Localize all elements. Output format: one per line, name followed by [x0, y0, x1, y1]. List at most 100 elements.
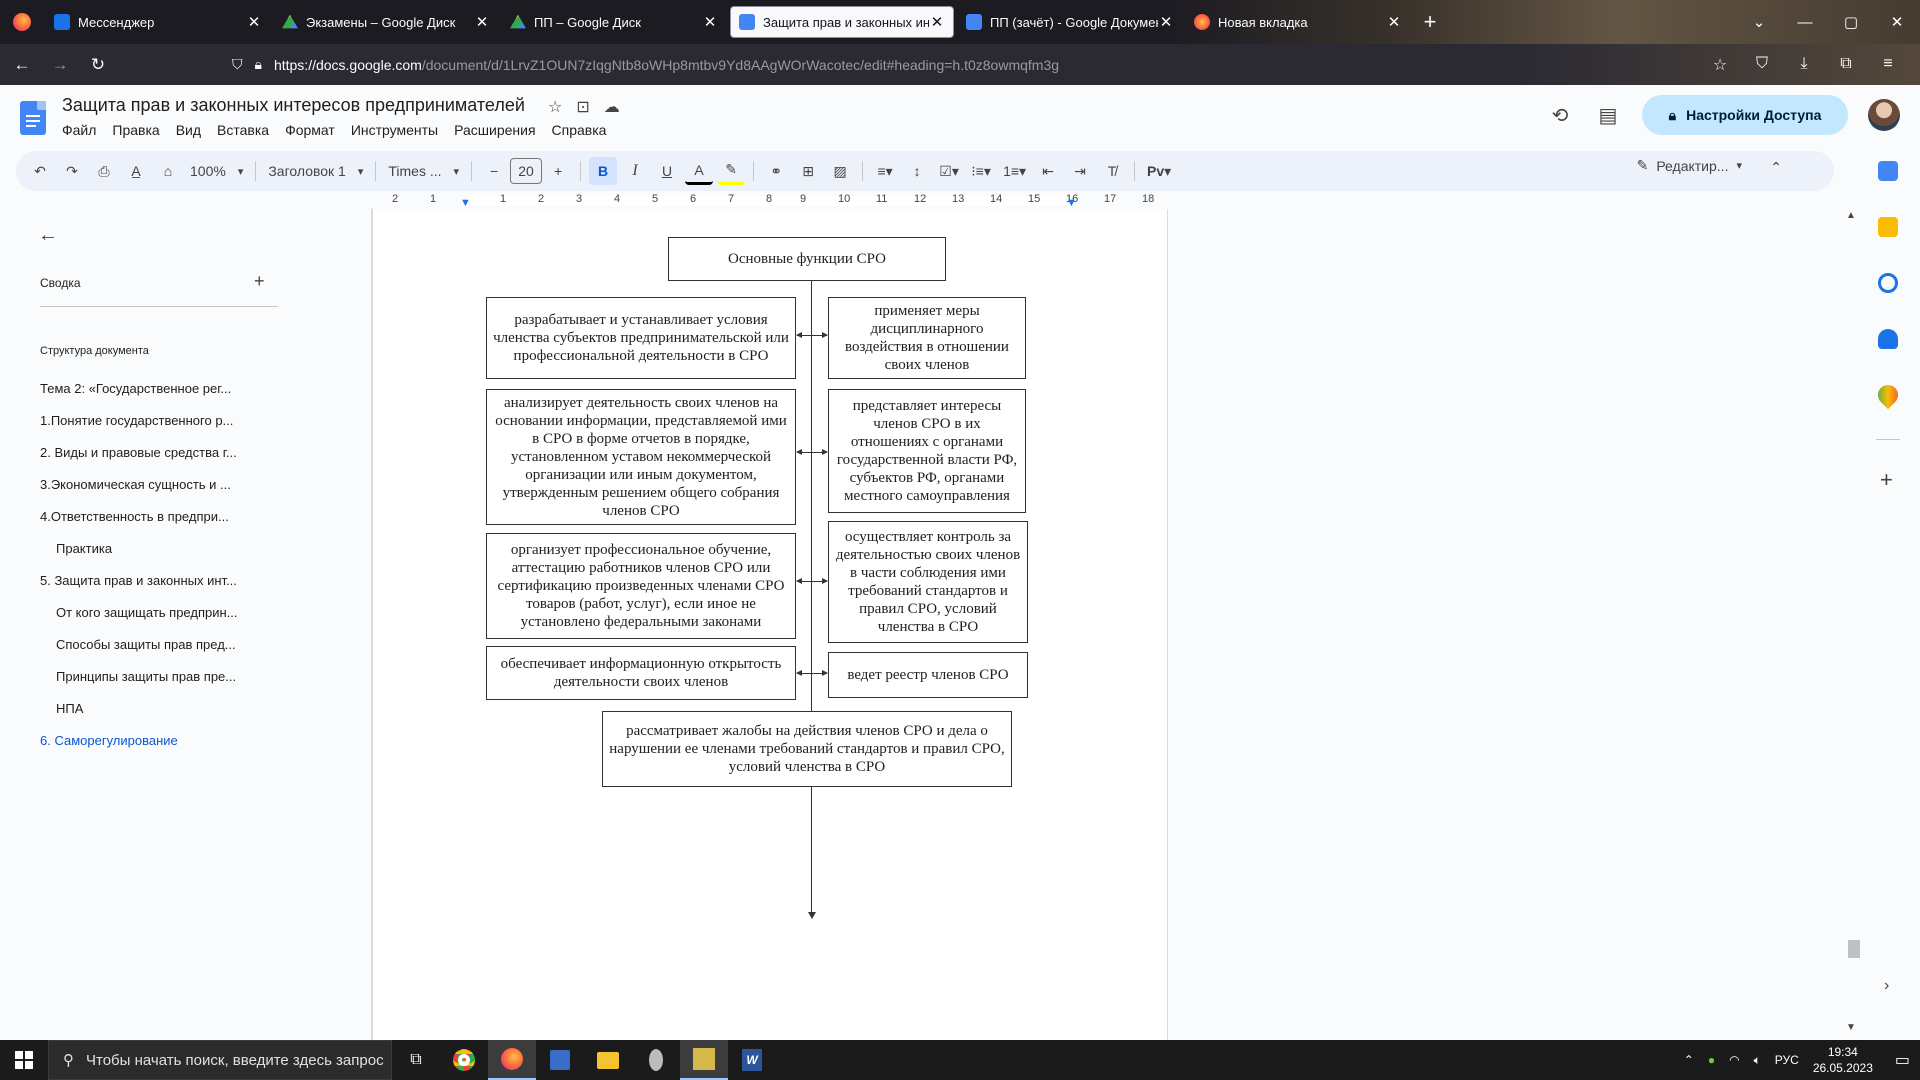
menu-edit[interactable]: Правка [112, 122, 159, 138]
history-icon[interactable]: ⟲ [1546, 103, 1574, 128]
calendar-icon[interactable] [1878, 161, 1898, 181]
move-folder-icon[interactable]: ⊡ [576, 97, 589, 117]
browser-tab-active[interactable]: Защита прав и законных инте ✕ [730, 6, 954, 38]
lock-icon[interactable]: 🔒︎ [255, 56, 262, 73]
underline-icon[interactable]: U [653, 157, 681, 185]
downloads-icon[interactable]: ⤓ [1788, 55, 1820, 75]
spellcheck-icon[interactable]: A̲ [122, 157, 150, 185]
scroll-down-icon[interactable]: ▼ [1846, 1022, 1856, 1033]
decrease-indent-icon[interactable]: ⇤ [1034, 157, 1062, 185]
outline-item[interactable]: 5. Защита прав и законных инт... [40, 570, 280, 602]
numbered-list-icon[interactable]: 1≡▾ [999, 157, 1030, 185]
print-icon[interactable]: ⎙ [90, 157, 118, 185]
left-indent-marker[interactable]: ▼ [460, 197, 471, 209]
scrollbar-thumb[interactable] [1848, 940, 1860, 958]
bulleted-list-icon[interactable]: ⁝≡▾ [967, 157, 995, 185]
save-disk-icon[interactable] [536, 1040, 584, 1080]
checklist-icon[interactable]: ☑▾ [935, 157, 963, 185]
clock[interactable]: 19:34 26.05.2023 [1813, 1044, 1873, 1076]
menu-file[interactable]: Файл [62, 122, 96, 138]
bookmark-star-icon[interactable]: ☆ [1704, 55, 1736, 75]
add-addon-icon[interactable]: + [1880, 467, 1893, 493]
input-tools-icon[interactable]: Рv▾ [1143, 157, 1175, 185]
menu-tools[interactable]: Инструменты [351, 122, 438, 138]
reload-icon[interactable]: ↻ [82, 49, 114, 81]
add-comment-icon[interactable]: ⊞ [794, 157, 822, 185]
tasks-icon[interactable] [1878, 273, 1898, 293]
outline-item[interactable]: НПА [40, 698, 280, 730]
align-icon[interactable]: ≡▾ [871, 157, 899, 185]
start-button[interactable] [0, 1040, 48, 1080]
close-icon[interactable]: ✕ [702, 13, 718, 31]
file-explorer-icon[interactable] [584, 1040, 632, 1080]
image-app-icon[interactable] [680, 1040, 728, 1080]
close-icon[interactable]: ✕ [246, 13, 262, 31]
line-spacing-icon[interactable]: ↕ [903, 157, 931, 185]
outline-item[interactable]: Принципы защиты прав пре... [40, 666, 280, 698]
collapse-menus-icon[interactable]: ⌃ [1770, 159, 1782, 176]
font-select[interactable]: Times ... [382, 163, 465, 179]
pocket-icon[interactable]: ⛉ [1746, 55, 1778, 75]
security-icon[interactable]: ● [1708, 1053, 1715, 1067]
minimize-button[interactable]: — [1782, 0, 1828, 44]
menu-icon[interactable]: ≡ [1872, 55, 1904, 75]
add-summary-icon[interactable]: + [254, 271, 265, 292]
close-icon[interactable]: ✕ [1386, 13, 1402, 31]
maximize-button[interactable]: ▢ [1828, 0, 1874, 44]
docs-home-icon[interactable] [20, 101, 46, 135]
bold-icon[interactable]: B [589, 157, 618, 185]
horizontal-ruler[interactable]: 2 1 1 2 3 4 5 6 7 8 9 10 11 12 13 14 15 … [372, 193, 1168, 209]
outline-item[interactable]: 3.Экономическая сущность и ... [40, 474, 280, 506]
outline-item[interactable]: Способы защиты прав пред... [40, 634, 280, 666]
link-icon[interactable]: ⚭ [762, 157, 790, 185]
close-outline-icon[interactable]: ← [38, 224, 58, 247]
new-tab-button[interactable]: + [1412, 9, 1448, 35]
word-icon[interactable]: W [728, 1040, 776, 1080]
browser-tab[interactable]: Экзамены – Google Диск ✕ [274, 6, 498, 38]
zoom-select[interactable]: 100% [184, 163, 249, 179]
editing-mode-select[interactable]: ✎ Редактир... [1637, 157, 1742, 174]
browser-tab[interactable]: Новая вкладка ✕ [1186, 6, 1410, 38]
tab-list-icon[interactable]: ⌄ [1736, 0, 1782, 44]
scroll-up-icon[interactable]: ▲ [1846, 210, 1856, 221]
increase-font-size-button[interactable]: + [544, 157, 572, 185]
comments-icon[interactable]: ▤ [1594, 103, 1622, 128]
menu-view[interactable]: Вид [176, 122, 201, 138]
chrome-icon[interactable] [440, 1040, 488, 1080]
close-icon[interactable]: ✕ [474, 13, 490, 31]
insert-image-icon[interactable]: ▨ [826, 157, 854, 185]
volume-icon[interactable]: 🔈︎ [1754, 1053, 1761, 1068]
close-window-button[interactable]: ✕ [1874, 0, 1920, 44]
menu-format[interactable]: Формат [285, 122, 335, 138]
browser-tab[interactable]: ПП (зачёт) - Google Документ ✕ [958, 6, 1182, 38]
close-icon[interactable]: ✕ [929, 13, 945, 31]
wifi-icon[interactable]: ◠ [1729, 1053, 1739, 1067]
browser-tab[interactable]: Мессенджер ✕ [46, 6, 270, 38]
expand-panel-icon[interactable]: › [1884, 977, 1889, 995]
right-indent-marker[interactable]: ▼ [1066, 197, 1077, 209]
cloud-status-icon[interactable]: ☁ [604, 97, 620, 117]
forward-icon[interactable]: → [44, 49, 76, 81]
document-title[interactable]: Защита прав и законных интересов предпри… [62, 95, 525, 116]
text-color-icon[interactable]: A [685, 157, 714, 185]
extensions-icon[interactable]: ⧉ [1830, 55, 1862, 75]
language-indicator[interactable]: РУС [1775, 1053, 1799, 1067]
menu-insert[interactable]: Вставка [217, 122, 269, 138]
keep-icon[interactable] [1878, 217, 1898, 237]
share-button[interactable]: 🔒︎ Настройки Доступа [1642, 95, 1848, 135]
close-icon[interactable]: ✕ [1158, 13, 1174, 31]
style-select[interactable]: Заголовок 1 [262, 163, 369, 179]
clear-formatting-icon[interactable]: T̸ [1098, 157, 1126, 185]
increase-indent-icon[interactable]: ⇥ [1066, 157, 1094, 185]
redo-icon[interactable]: ↷ [58, 157, 86, 185]
outline-item[interactable]: Практика [40, 538, 280, 570]
task-view-icon[interactable]: ⧉ [392, 1040, 440, 1080]
avatar[interactable] [1868, 99, 1900, 131]
vertical-scrollbar[interactable]: ▲ ▼ [1846, 210, 1860, 1036]
paint-format-icon[interactable]: ⌂ [154, 157, 182, 185]
contacts-icon[interactable] [1878, 329, 1898, 349]
taskbar-search[interactable]: ⚲ Чтобы начать поиск, введите здесь запр… [48, 1040, 392, 1080]
browser-tab[interactable]: ПП – Google Диск ✕ [502, 6, 726, 38]
highlight-icon[interactable]: ✎ [717, 157, 746, 185]
menu-help[interactable]: Справка [552, 122, 607, 138]
